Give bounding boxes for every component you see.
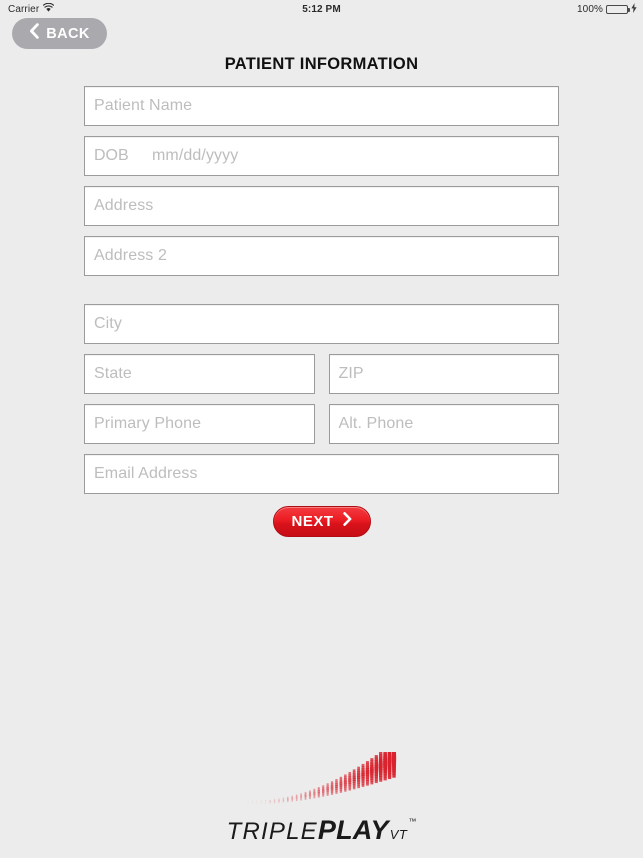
- zip-field[interactable]: ZIP: [328, 354, 559, 394]
- city-placeholder: City: [94, 315, 122, 332]
- patient-name-field[interactable]: Patient Name: [84, 86, 559, 126]
- tripleplay-wordmark: TRIPLE PLAY VT ™: [227, 815, 417, 846]
- chevron-left-icon: [29, 23, 40, 44]
- patient-name-placeholder: Patient Name: [94, 97, 193, 114]
- battery-percent-label: 100%: [577, 3, 603, 15]
- status-bar-right: 100%: [577, 2, 637, 16]
- tripleplay-logo: TRIPLE PLAY VT ™: [0, 750, 643, 846]
- city-field[interactable]: City: [84, 304, 559, 344]
- logo-text-triple: TRIPLE: [226, 818, 318, 845]
- address-placeholder: Address: [94, 197, 154, 214]
- back-button[interactable]: BACK: [12, 18, 107, 49]
- primary-phone-field[interactable]: Primary Phone: [84, 404, 315, 444]
- state-zip-row: State ZIP: [84, 354, 559, 394]
- page-title: PATIENT INFORMATION: [224, 55, 419, 73]
- chevron-right-icon: [342, 512, 352, 531]
- next-button-container: NEXT: [0, 506, 643, 537]
- state-placeholder: State: [94, 365, 132, 382]
- zip-placeholder: ZIP: [338, 365, 364, 382]
- dob-placeholder: mm/dd/yyyy: [152, 147, 239, 164]
- dob-field[interactable]: DOB mm/dd/yyyy: [84, 136, 559, 176]
- charging-bolt-icon: [631, 2, 637, 16]
- email-address-placeholder: Email Address: [94, 465, 198, 482]
- patient-information-form: Patient Name DOB mm/dd/yyyy Address Addr…: [84, 86, 559, 494]
- tripleplay-swoosh-icon: [242, 750, 402, 819]
- address-2-field[interactable]: Address 2: [84, 236, 559, 276]
- address-field[interactable]: Address: [84, 186, 559, 226]
- status-bar-clock: 5:12 PM: [302, 3, 341, 15]
- dob-label: DOB: [94, 147, 129, 164]
- logo-trademark-symbol: ™: [408, 817, 417, 826]
- email-address-field[interactable]: Email Address: [84, 454, 559, 494]
- next-button[interactable]: NEXT: [272, 506, 371, 537]
- state-field[interactable]: State: [84, 354, 315, 394]
- phone-row: Primary Phone Alt. Phone: [84, 404, 559, 444]
- next-button-label: NEXT: [291, 513, 334, 530]
- status-bar: Carrier 5:12 PM 100%: [0, 0, 643, 18]
- alt-phone-placeholder: Alt. Phone: [338, 415, 414, 432]
- battery-icon: [606, 4, 630, 14]
- logo-text-play: PLAY: [317, 815, 389, 845]
- address-2-placeholder: Address 2: [94, 247, 167, 264]
- back-button-label: BACK: [46, 25, 90, 42]
- logo-text-vt: VT: [389, 827, 408, 842]
- alt-phone-field[interactable]: Alt. Phone: [328, 404, 559, 444]
- primary-phone-placeholder: Primary Phone: [94, 415, 202, 432]
